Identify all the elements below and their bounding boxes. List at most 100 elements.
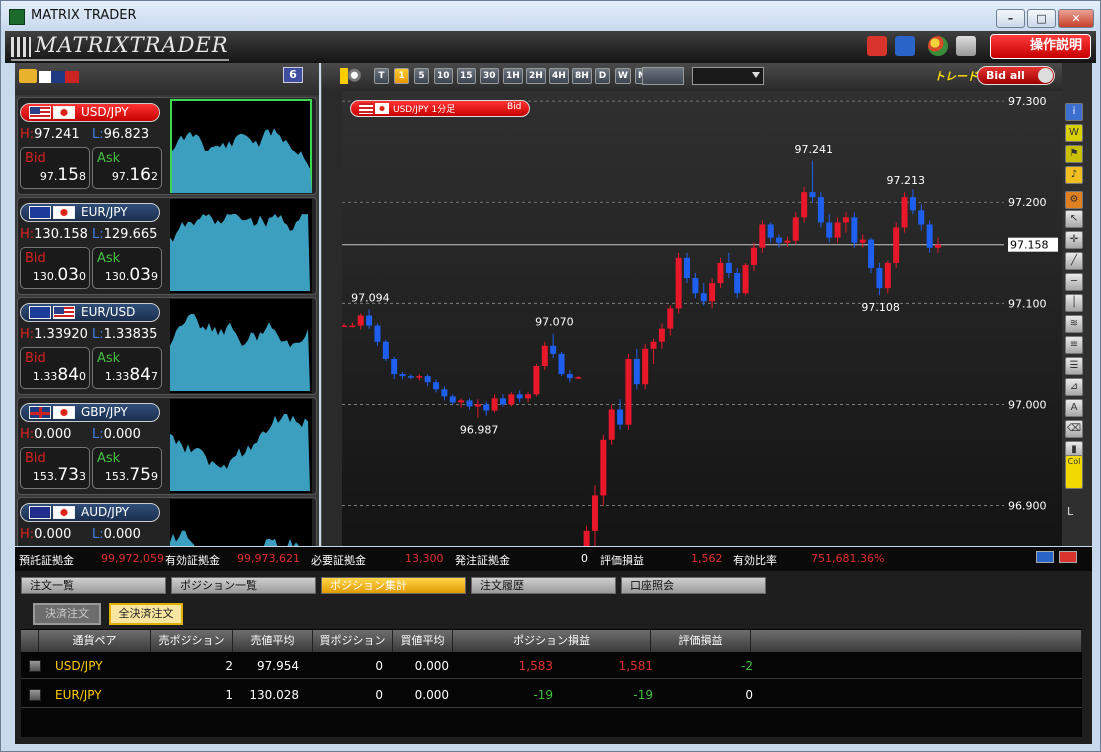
pair-label[interactable]: EUR/USD: [20, 303, 160, 322]
trendline-icon[interactable]: ╱: [1065, 252, 1083, 270]
channel-icon[interactable]: ≋: [1065, 315, 1083, 333]
horizontal-line-icon[interactable]: ─: [1065, 273, 1083, 291]
maximize-button[interactable]: □: [1027, 9, 1056, 28]
candle-body: [776, 237, 783, 243]
rate-card-eurjpy[interactable]: EUR/JPY H:130.158 L:129.665 Bid 130.030 Ask 13…: [17, 197, 317, 295]
sparkline-chart[interactable]: [170, 399, 312, 493]
toolbox-icon[interactable]: [867, 36, 887, 56]
text-tool-icon[interactable]: A: [1065, 399, 1083, 417]
collapse-down-icon[interactable]: [1036, 551, 1054, 563]
zoom-icon[interactable]: [340, 68, 364, 84]
timeframe-d[interactable]: D: [595, 68, 610, 84]
column-header[interactable]: 売値平均: [233, 630, 313, 652]
bid-button[interactable]: Bid 130.030: [20, 247, 90, 289]
table-row[interactable]: USD/JPY 2 97.954 0 0.000 1,583 1,581 -2: [21, 653, 1082, 679]
column-header[interactable]: 評価損益: [651, 630, 751, 652]
candle-body: [759, 224, 766, 248]
bid-button[interactable]: Bid 97.158: [20, 147, 90, 189]
pair-label[interactable]: GBP/JPY: [20, 403, 160, 422]
column-header[interactable]: 売ポジション: [151, 630, 233, 652]
column-header[interactable]: 買ポジション: [313, 630, 393, 652]
column-header[interactable]: 買値平均: [393, 630, 453, 652]
settings-icon[interactable]: ⚙: [1065, 191, 1083, 209]
timeframe-4h[interactable]: 4H: [549, 68, 569, 84]
ask-button[interactable]: Ask 1.33847: [92, 347, 162, 389]
rate-card-audjpy[interactable]: AUD/JPY H:0.000 L:0.000: [17, 497, 317, 546]
eraser-icon[interactable]: ⌫: [1065, 420, 1083, 438]
timeframe-1h[interactable]: 1H: [503, 68, 523, 84]
cursor-icon[interactable]: ↖: [1065, 210, 1083, 228]
sparkline-chart[interactable]: [170, 99, 312, 193]
flags-icon[interactable]: [39, 71, 79, 83]
table-row[interactable]: EUR/JPY 1 130.028 0 0.000 -19 -19 0: [21, 682, 1082, 708]
candlestick-chart[interactable]: 97.300 97.200 97.100 97.000 96.900 97.158 97.0…: [342, 91, 1063, 546]
crosshair-icon[interactable]: ✛: [1065, 231, 1083, 249]
tab-2[interactable]: ポジション一覧: [171, 577, 316, 594]
settle-order-button[interactable]: 決済注文: [33, 603, 101, 625]
swap-cell: -2: [741, 659, 753, 673]
timeframe-8h[interactable]: 8H: [572, 68, 592, 84]
save-icon[interactable]: [895, 36, 915, 56]
minimize-button[interactable]: –: [996, 9, 1025, 28]
timeframe-2h[interactable]: 2H: [526, 68, 546, 84]
wave-icon[interactable]: W: [1065, 124, 1083, 142]
tab-4[interactable]: 注文履歴: [471, 577, 616, 594]
rate-card-usdjpy[interactable]: USD/JPY H:97.241 L:96.823 Bid 97.158 Ask 97.16…: [17, 97, 317, 195]
tab-1[interactable]: 注文一覧: [21, 577, 166, 594]
timeframe-10[interactable]: 10: [434, 68, 453, 84]
sparkline-chart[interactable]: [170, 499, 312, 546]
timeframe-15[interactable]: 15: [457, 68, 476, 84]
pair-label[interactable]: EUR/JPY: [20, 203, 160, 222]
settle-all-button[interactable]: 全決済注文: [109, 603, 183, 625]
pair-label[interactable]: AUD/JPY: [20, 503, 160, 522]
drawing-tools: i W ⚑ ♪ ⚙ ↖ ✛ ╱ ─ │ ≋ ≡ ☰ ⊿ A ⌫ ▮ Col L: [1062, 63, 1092, 546]
candle-body: [617, 409, 624, 425]
timeframe-w[interactable]: W: [615, 68, 631, 84]
sparkline-chart[interactable]: [170, 299, 312, 393]
bid-all-toggle[interactable]: Bid all: [977, 66, 1055, 85]
bell-icon[interactable]: ♪: [1065, 166, 1083, 184]
price-annotation: 96.987: [460, 424, 499, 437]
column-header[interactable]: ポジション損益: [453, 630, 651, 652]
rate-card-gbpjpy[interactable]: GBP/JPY H:0.000 L:0.000 Bid 153.733 Ask 153.75…: [17, 397, 317, 495]
panel-count-badge[interactable]: 6: [283, 67, 303, 83]
print-icon[interactable]: [956, 36, 976, 56]
gann-icon[interactable]: ⊿: [1065, 378, 1083, 396]
timeframe-t[interactable]: T: [374, 68, 389, 84]
expand-up-icon[interactable]: [1059, 551, 1077, 563]
app-logo: MATRIXTRADER: [11, 33, 229, 61]
pair-label[interactable]: USD/JPY: [20, 103, 160, 122]
sparkline-chart[interactable]: [170, 199, 312, 293]
palette-icon[interactable]: [928, 36, 948, 56]
timeframe-1[interactable]: 1: [394, 68, 409, 84]
indicator-icon[interactable]: [642, 67, 684, 85]
color-icon[interactable]: Col: [1065, 455, 1083, 489]
candle-body: [391, 358, 398, 375]
tab-5[interactable]: 口座照会: [621, 577, 766, 594]
vertical-line-icon[interactable]: │: [1065, 294, 1083, 312]
info-icon[interactable]: i: [1065, 103, 1083, 121]
bid-price-pip: 0: [79, 370, 86, 383]
fibonacci-icon[interactable]: ≡: [1065, 336, 1083, 354]
candle-body: [382, 341, 389, 359]
ask-button[interactable]: Ask 153.759: [92, 447, 162, 489]
tab-3[interactable]: ポジション集計: [321, 577, 466, 594]
ask-button[interactable]: Ask 97.162: [92, 147, 162, 189]
timeframe-30[interactable]: 30: [480, 68, 499, 84]
ask-button[interactable]: Ask 130.039: [92, 247, 162, 289]
column-header[interactable]: 通貨ペア: [39, 630, 151, 652]
folder-icon[interactable]: [19, 69, 37, 83]
close-button[interactable]: ✕: [1058, 9, 1094, 28]
candle-body: [583, 530, 590, 546]
bid-button[interactable]: Bid 153.733: [20, 447, 90, 489]
candle-body: [801, 192, 808, 218]
bid-button[interactable]: Bid 1.33840: [20, 347, 90, 389]
title-bar[interactable]: MATRIX TRADER – □ ✕: [1, 1, 1100, 31]
candle-body: [499, 398, 506, 405]
flag-icon[interactable]: ⚑: [1065, 145, 1083, 163]
help-button[interactable]: 操作説明: [990, 34, 1091, 59]
fibo-fan-icon[interactable]: ☰: [1065, 357, 1083, 375]
rate-card-eurusd[interactable]: EUR/USD H:1.33920 L:1.33835 Bid 1.33840 Ask 1.…: [17, 297, 317, 395]
timeframe-5[interactable]: 5: [414, 68, 429, 84]
layout-icon[interactable]: L: [1067, 505, 1073, 518]
